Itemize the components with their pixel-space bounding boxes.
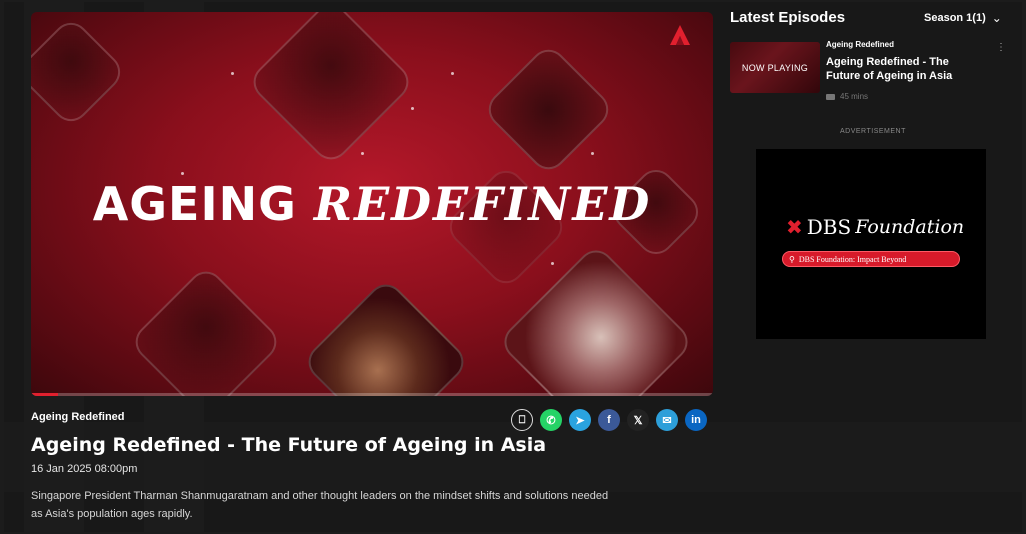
decor-diamond — [481, 42, 616, 177]
email-icon[interactable]: ✉ — [656, 409, 678, 431]
portrait-diamond — [301, 277, 471, 396]
ad-pill-text: DBS Foundation: Impact Beyond — [798, 254, 907, 264]
dbs-x-icon: ✖ — [786, 215, 803, 239]
page: AGEING REDEFINED Ageing Redefined Ageing… — [4, 2, 1022, 532]
sidebar-episode-title[interactable]: Ageing Redefined - The Future of Ageing … — [826, 55, 976, 83]
video-icon — [826, 93, 835, 100]
share-bar: ⎕ ✆ ➤ f 𝕏 ✉ in — [511, 409, 707, 431]
episode-duration: 45 mins — [826, 92, 868, 101]
x-icon[interactable]: 𝕏 — [627, 409, 649, 431]
episode-date: 16 Jan 2025 08:00pm — [31, 463, 138, 475]
now-playing-label: NOW PLAYING — [741, 62, 809, 73]
dbs-foundation-logo: ✖ DBS Foundation — [786, 215, 964, 239]
cna-logo-icon — [670, 25, 690, 45]
whatsapp-icon[interactable]: ✆ — [540, 409, 562, 431]
linkedin-icon[interactable]: in — [685, 409, 707, 431]
season-dropdown[interactable]: Season 1(1) ⌄ — [924, 11, 1002, 25]
latest-episodes-heading: Latest Episodes — [730, 9, 846, 26]
search-icon: ⚲ — [789, 254, 795, 264]
advertisement-banner[interactable]: ✖ DBS Foundation ⚲ DBS Foundation: Impac… — [756, 149, 986, 339]
episode-thumbnail[interactable]: NOW PLAYING — [730, 42, 820, 93]
bookmark-icon[interactable]: ⎕ — [511, 409, 533, 431]
season-label: Season 1(1) — [924, 12, 986, 24]
video-progress-fill — [31, 393, 59, 396]
show-label[interactable]: Ageing Redefined — [31, 411, 125, 423]
telegram-icon[interactable]: ➤ — [569, 409, 591, 431]
decor-diamond — [31, 15, 128, 129]
sidebar-show-label[interactable]: Ageing Redefined — [826, 40, 894, 49]
episode-title: Ageing Redefined - The Future of Ageing … — [31, 434, 547, 456]
ad-search-pill[interactable]: ⚲ DBS Foundation: Impact Beyond — [782, 251, 960, 267]
duration-text: 45 mins — [840, 92, 869, 101]
decor-diamond — [246, 12, 416, 167]
more-options-icon[interactable]: ⋮ — [996, 42, 1006, 53]
advertisement-label: ADVERTISEMENT — [840, 128, 906, 135]
dbs-brand-text: DBS — [806, 215, 852, 239]
decor-diamond — [128, 264, 284, 396]
facebook-icon[interactable]: f — [598, 409, 620, 431]
video-title-main: AGEING — [92, 177, 297, 231]
video-title-script: REDEFINED — [313, 177, 652, 231]
video-player[interactable]: AGEING REDEFINED — [31, 12, 713, 396]
episode-description: Singapore President Tharman Shanmugaratn… — [31, 490, 609, 520]
video-title-card: AGEING REDEFINED — [31, 177, 713, 231]
video-progress-bar[interactable] — [31, 393, 713, 396]
dbs-foundation-text: Foundation — [855, 216, 965, 238]
chevron-down-icon: ⌄ — [991, 11, 1002, 25]
